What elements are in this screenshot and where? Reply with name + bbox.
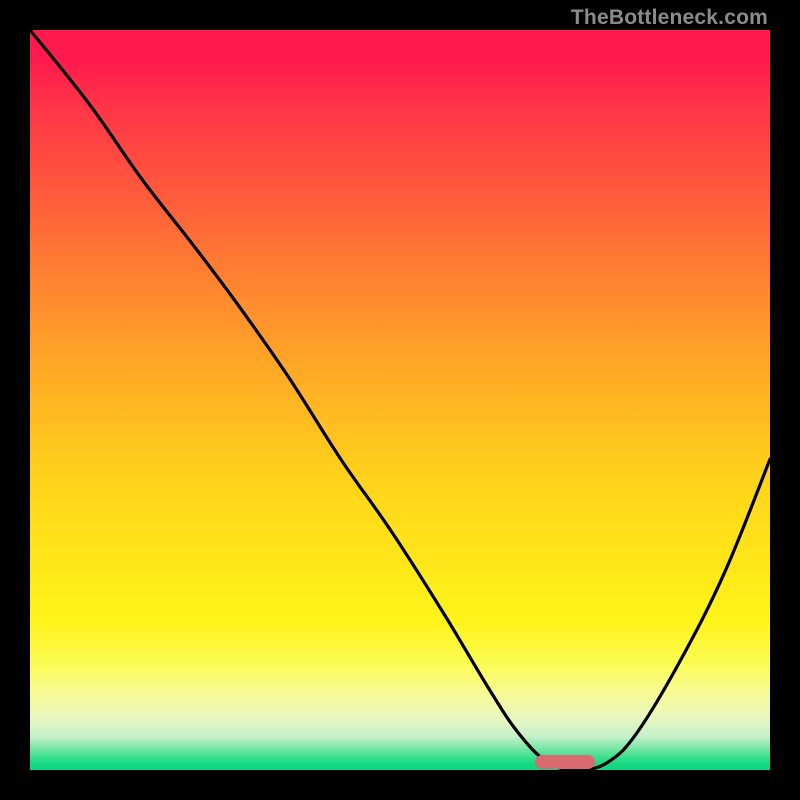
optimum-marker (535, 755, 595, 769)
watermark-text: TheBottleneck.com (571, 6, 768, 30)
curve-path (30, 30, 770, 770)
chart-frame: TheBottleneck.com (0, 0, 800, 800)
chart-plot-area (30, 30, 770, 770)
bottleneck-curve (30, 30, 770, 770)
